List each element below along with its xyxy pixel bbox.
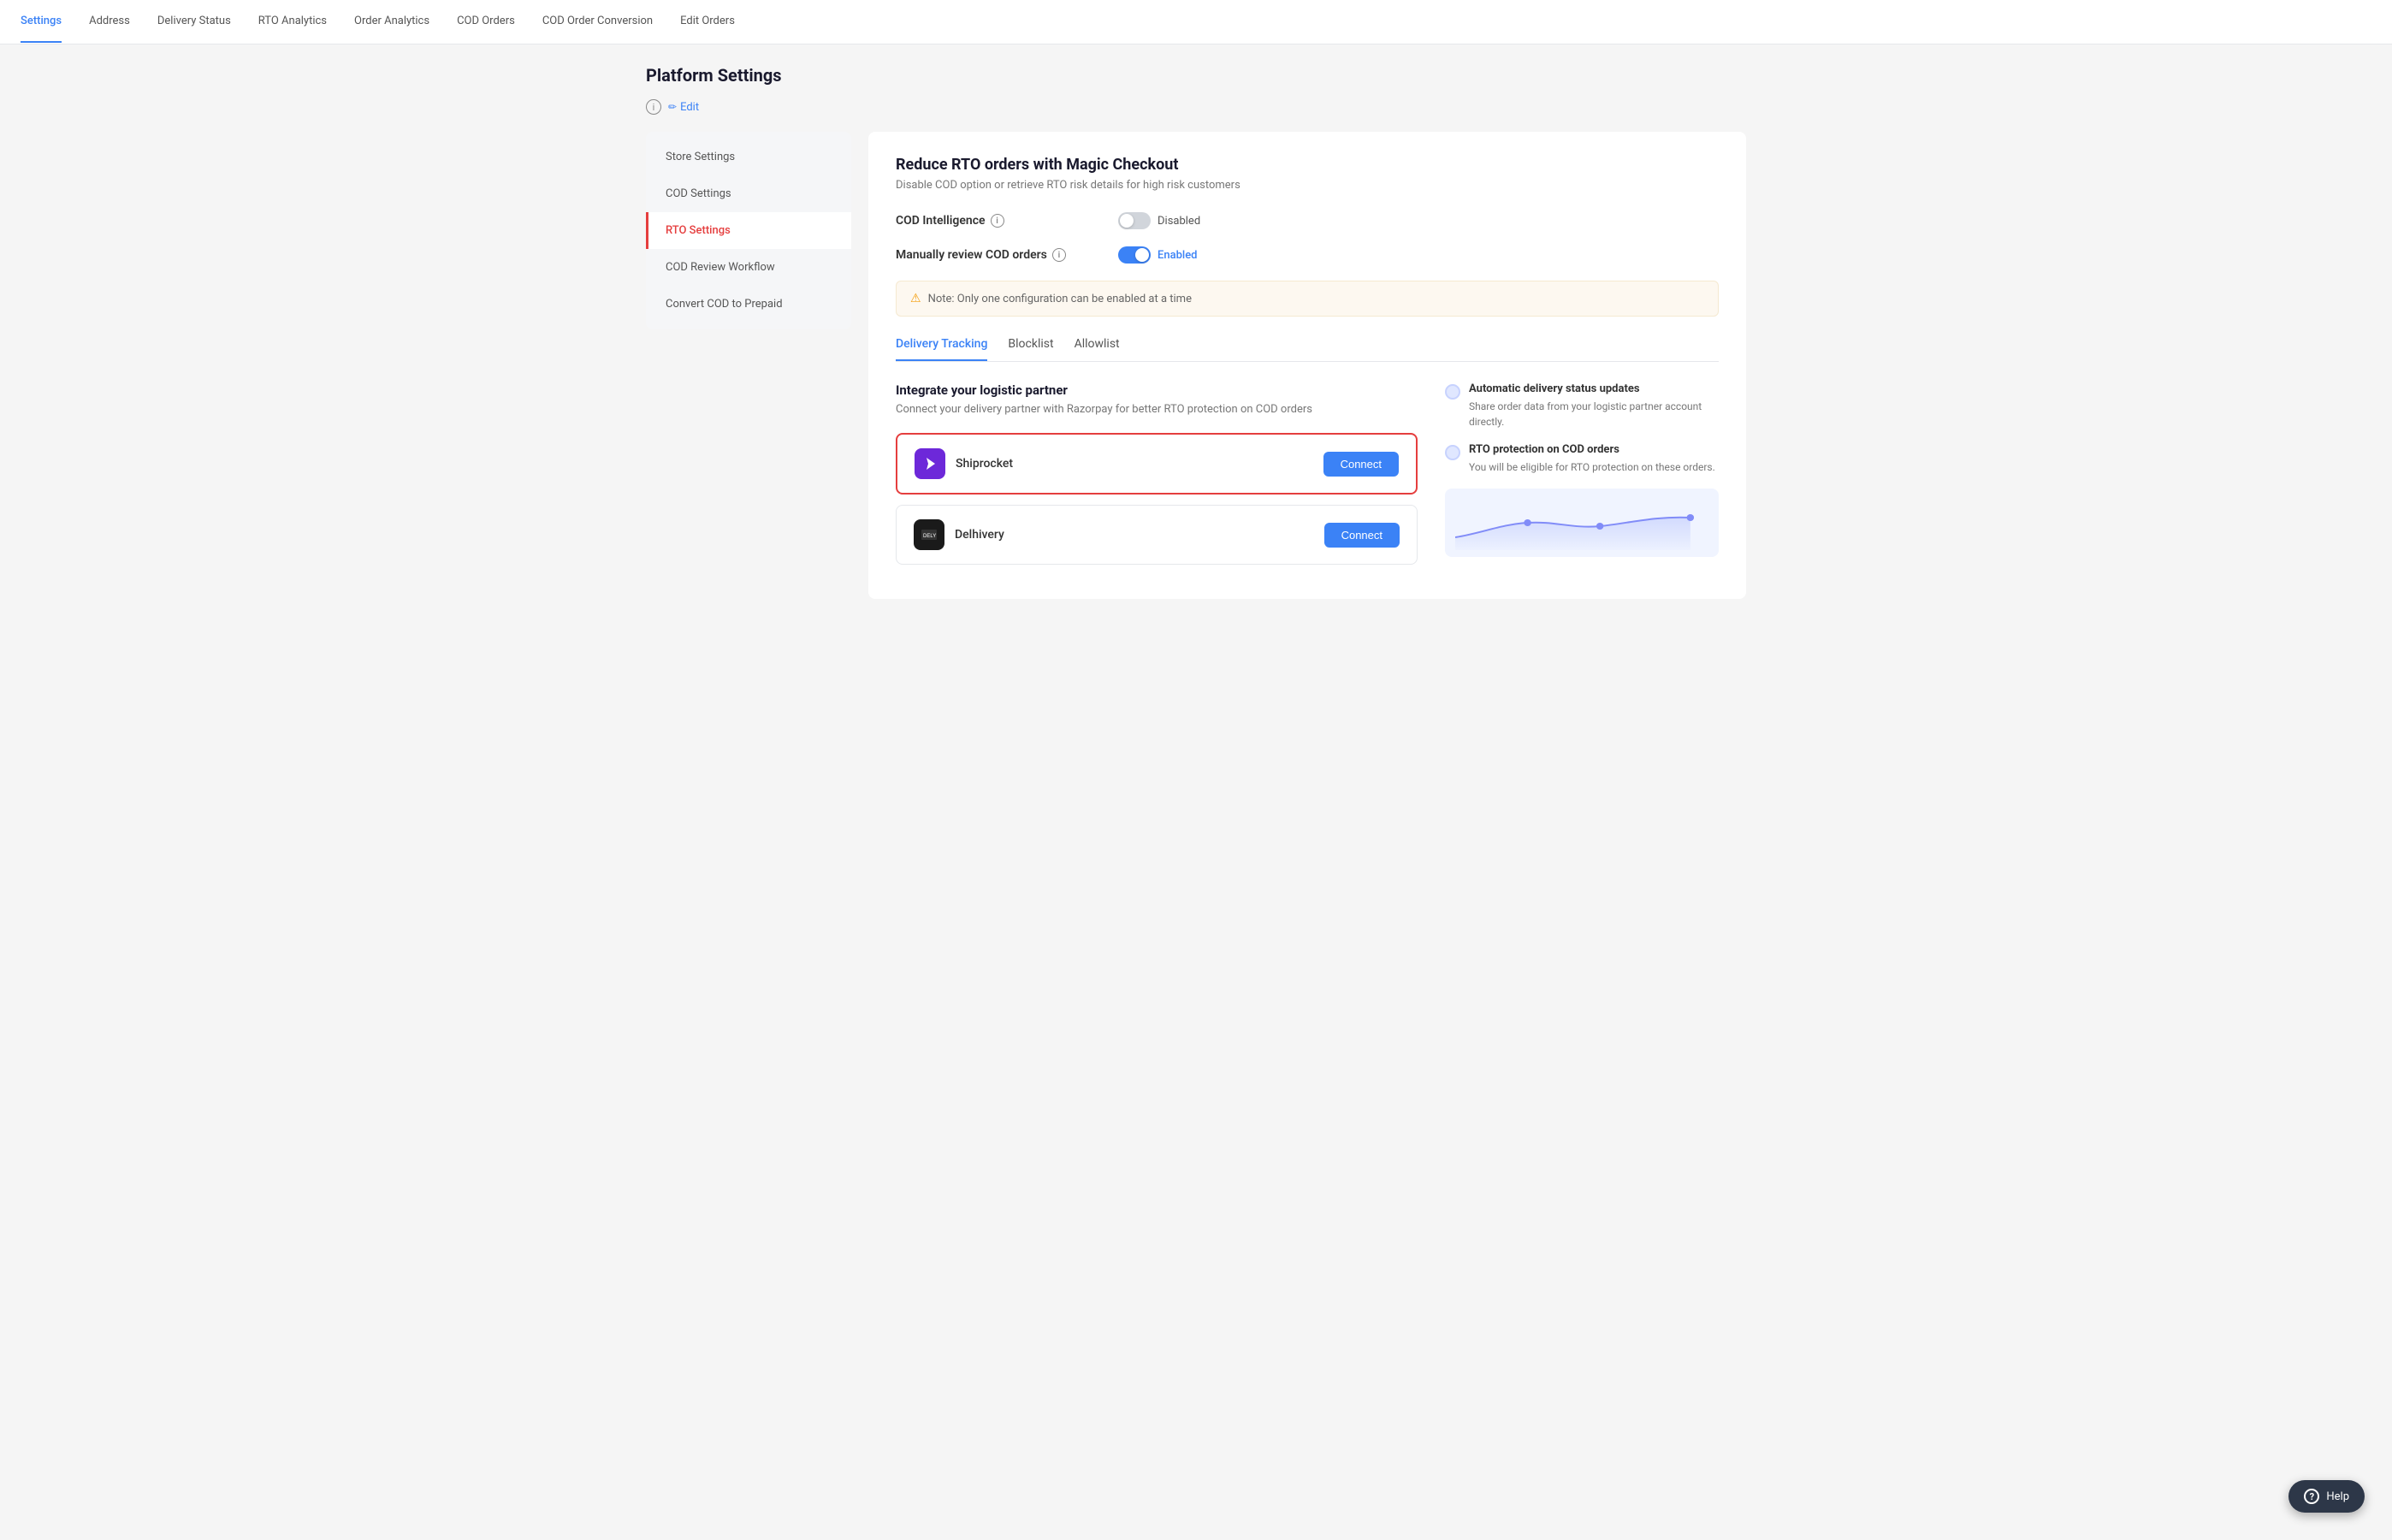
shiprocket-icon xyxy=(921,455,938,472)
sidebar-item-convert-cod-prepaid[interactable]: Convert COD to Prepaid xyxy=(646,286,851,323)
delhivery-icon: DELY xyxy=(921,529,938,541)
sidebar-item-cod-settings[interactable]: COD Settings xyxy=(646,175,851,212)
note-icon: ⚠ xyxy=(910,292,921,305)
shiprocket-logo xyxy=(915,448,945,479)
help-button[interactable]: ? Help xyxy=(2288,1480,2365,1513)
nav-cod-orders[interactable]: COD Orders xyxy=(457,1,515,43)
nav-edit-orders[interactable]: Edit Orders xyxy=(680,1,735,43)
edit-button[interactable]: ✏ Edit xyxy=(668,101,699,114)
manually-review-toggle[interactable] xyxy=(1118,246,1151,264)
help-icon: ? xyxy=(2304,1489,2319,1504)
toggle-knob xyxy=(1120,214,1134,228)
chart-svg xyxy=(1455,499,1708,550)
benefit-item-2: RTO protection on COD orders You will be… xyxy=(1445,443,1719,475)
tab-content: Integrate your logistic partner Connect … xyxy=(896,382,1719,575)
cod-intelligence-row: COD Intelligence i Disabled xyxy=(896,212,1719,229)
integrate-title: Integrate your logistic partner xyxy=(896,382,1418,398)
benefit-item-1: Automatic delivery status updates Share … xyxy=(1445,382,1719,429)
manually-review-toggle-label: Enabled xyxy=(1158,249,1198,262)
cod-intelligence-toggle[interactable] xyxy=(1118,212,1151,229)
delhivery-card: DELY Delhivery Connect xyxy=(896,505,1418,565)
nav-cod-order-conversion[interactable]: COD Order Conversion xyxy=(542,1,653,43)
shiprocket-card: Shiprocket Connect xyxy=(896,433,1418,495)
sidebar-item-rto-settings[interactable]: RTO Settings xyxy=(646,212,851,249)
benefit-text-2: RTO protection on COD orders You will be… xyxy=(1469,443,1715,475)
delhivery-logo: DELY xyxy=(914,519,944,550)
info-edit-row: i ✏ Edit xyxy=(646,99,1746,115)
page-container: Platform Settings i ✏ Edit Store Setting… xyxy=(619,44,1773,619)
benefit-title-1: Automatic delivery status updates xyxy=(1469,382,1719,395)
tab-delivery-tracking[interactable]: Delivery Tracking xyxy=(896,337,987,361)
help-label: Help xyxy=(2326,1490,2349,1503)
benefit-text-1: Automatic delivery status updates Share … xyxy=(1469,382,1719,429)
content-panel: Reduce RTO orders with Magic Checkout Di… xyxy=(868,132,1746,599)
integrate-desc: Connect your delivery partner with Razor… xyxy=(896,403,1418,416)
cod-intelligence-info-icon[interactable]: i xyxy=(991,214,1004,228)
benefit-desc-1: Share order data from your logistic part… xyxy=(1469,399,1719,429)
tabs: Delivery Tracking Blocklist Allowlist xyxy=(896,337,1719,362)
manually-review-info-icon[interactable]: i xyxy=(1052,248,1066,262)
benefit-dot-1 xyxy=(1445,384,1460,400)
page-title: Platform Settings xyxy=(646,65,1746,86)
cod-intelligence-label: COD Intelligence i xyxy=(896,214,1118,228)
benefit-dot-2 xyxy=(1445,445,1460,460)
main-content: Store Settings COD Settings RTO Settings… xyxy=(646,132,1746,599)
edit-icon: ✏ xyxy=(668,101,677,113)
svg-text:DELY: DELY xyxy=(923,534,936,539)
manually-review-label: Manually review COD orders i xyxy=(896,248,1118,262)
chart-area xyxy=(1445,489,1719,557)
cod-intelligence-toggle-label: Disabled xyxy=(1158,215,1200,228)
shiprocket-connect-button[interactable]: Connect xyxy=(1323,452,1399,477)
manually-review-toggle-area: Enabled xyxy=(1118,246,1198,264)
delhivery-info: DELY Delhivery xyxy=(914,519,1004,550)
top-navigation: Settings Address Delivery Status RTO Ana… xyxy=(0,0,2392,44)
toggle-knob-2 xyxy=(1135,248,1149,262)
benefit-title-2: RTO protection on COD orders xyxy=(1469,443,1715,456)
nav-order-analytics[interactable]: Order Analytics xyxy=(354,1,429,43)
nav-address[interactable]: Address xyxy=(89,1,130,43)
info-icon[interactable]: i xyxy=(646,99,661,115)
note-text: Note: Only one configuration can be enab… xyxy=(928,293,1192,305)
note-banner: ⚠ Note: Only one configuration can be en… xyxy=(896,281,1719,317)
edit-label: Edit xyxy=(680,101,699,114)
nav-settings[interactable]: Settings xyxy=(21,1,62,43)
shiprocket-info: Shiprocket xyxy=(915,448,1013,479)
delhivery-connect-button[interactable]: Connect xyxy=(1324,523,1400,548)
nav-delivery-status[interactable]: Delivery Status xyxy=(157,1,231,43)
tab-right: Automatic delivery status updates Share … xyxy=(1445,382,1719,575)
sidebar: Store Settings COD Settings RTO Settings… xyxy=(646,132,851,329)
section-subtitle: Disable COD option or retrieve RTO risk … xyxy=(896,179,1719,192)
cod-intelligence-toggle-area: Disabled xyxy=(1118,212,1200,229)
delhivery-name: Delhivery xyxy=(955,528,1004,542)
benefit-desc-2: You will be eligible for RTO protection … xyxy=(1469,459,1715,475)
manually-review-row: Manually review COD orders i Enabled xyxy=(896,246,1719,264)
tab-allowlist[interactable]: Allowlist xyxy=(1075,337,1120,361)
sidebar-item-cod-review-workflow[interactable]: COD Review Workflow xyxy=(646,249,851,286)
tab-blocklist[interactable]: Blocklist xyxy=(1008,337,1053,361)
section-title: Reduce RTO orders with Magic Checkout xyxy=(896,156,1719,174)
sidebar-item-store-settings[interactable]: Store Settings xyxy=(646,139,851,175)
nav-rto-analytics[interactable]: RTO Analytics xyxy=(258,1,327,43)
tab-left: Integrate your logistic partner Connect … xyxy=(896,382,1418,575)
shiprocket-name: Shiprocket xyxy=(956,457,1013,471)
